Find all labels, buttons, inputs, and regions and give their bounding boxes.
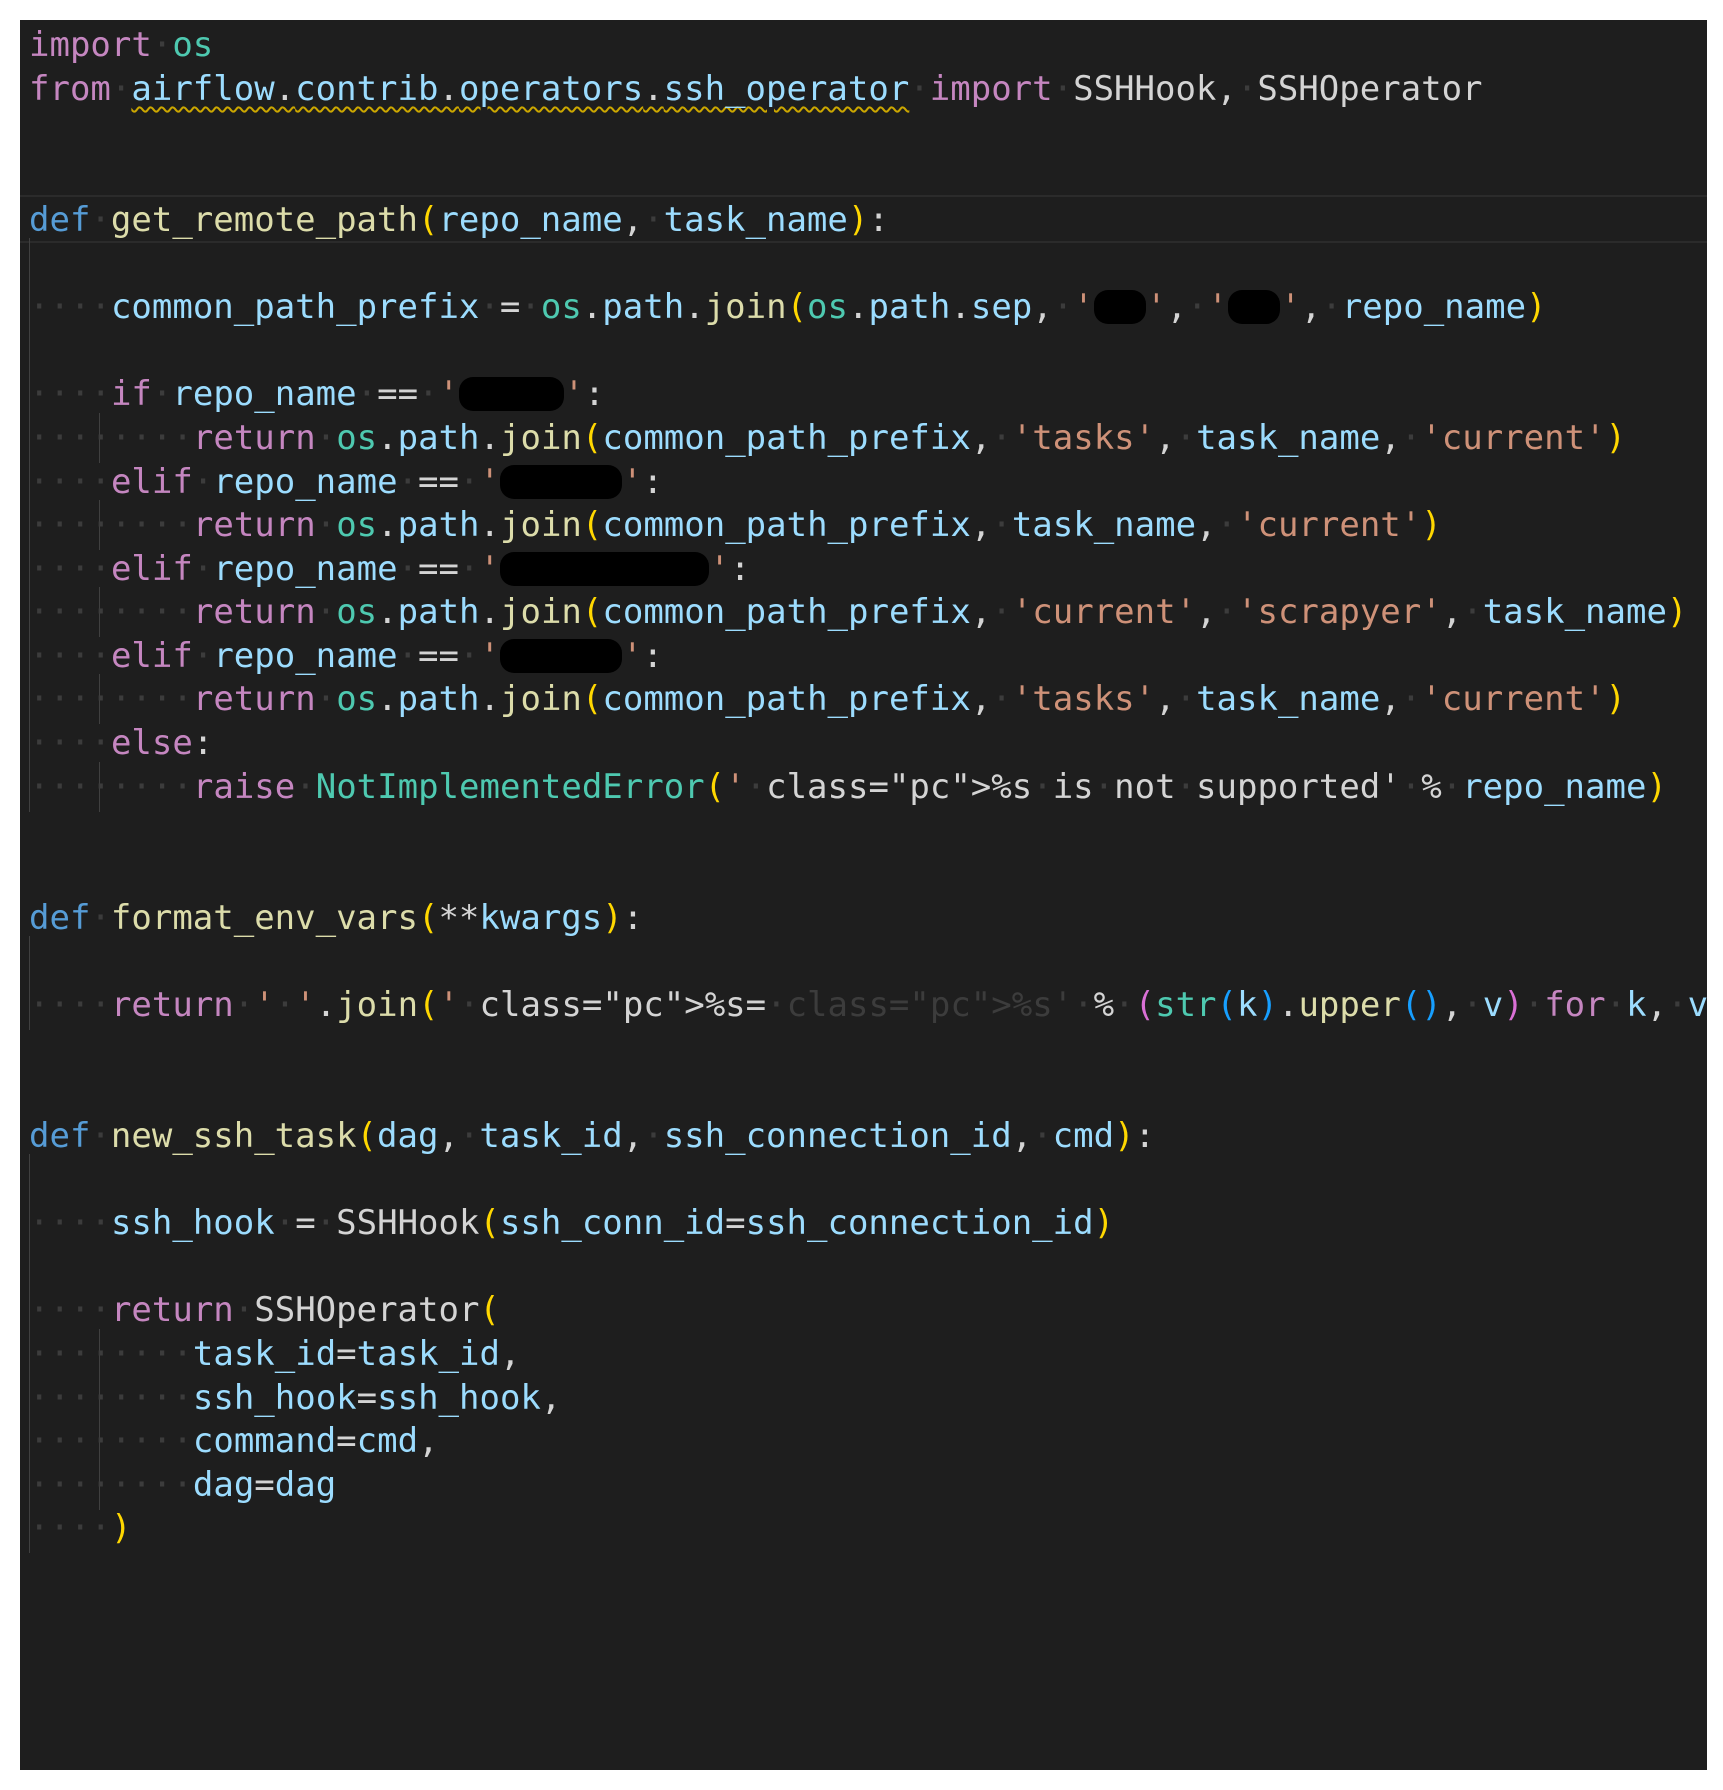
code-line-text: ········return·os.path.join(common_path_… <box>29 592 1688 632</box>
code-line[interactable]: ····return·SSHOperator( <box>20 1285 1707 1335</box>
code-editor[interactable]: import·os from·airflow.contrib.operators.… <box>20 20 1707 1770</box>
code-line[interactable]: ····ssh_hook·=·SSHHook(ssh_conn_id=ssh_c… <box>20 1198 1707 1248</box>
code-line-text: import·os <box>29 25 214 65</box>
code-line-text: ····) <box>29 1508 132 1548</box>
code-line[interactable]: ········return·os.path.join(common_path_… <box>20 413 1707 463</box>
code-line[interactable]: ····common_path_prefix·=·os.path.join(os… <box>20 282 1707 332</box>
code-line[interactable] <box>20 1067 1707 1117</box>
code-line-text: ········return·os.path.join(common_path_… <box>29 418 1626 458</box>
code-line-text: ····else: <box>29 723 214 763</box>
code-line-text: ····ssh_hook·=·SSHHook(ssh_conn_id=ssh_c… <box>29 1203 1115 1243</box>
redacted-text <box>1093 289 1147 324</box>
code-line-text: from·airflow.contrib.operators.ssh_opera… <box>29 69 1483 109</box>
code-line-text: ········return·os.path.join(common_path_… <box>29 505 1442 545</box>
code-line[interactable]: ········command=cmd, <box>20 1416 1707 1466</box>
redacted-text <box>499 638 623 673</box>
code-line[interactable]: ····return·'·'.join('·class="pc">%s=·cla… <box>20 980 1707 1030</box>
code-line-text: ········return·os.path.join(common_path_… <box>29 679 1626 719</box>
code-line[interactable]: ····) <box>20 1503 1707 1553</box>
code-line[interactable]: import·os <box>20 20 1707 70</box>
code-line[interactable] <box>20 849 1707 899</box>
code-line[interactable]: ····else: <box>20 718 1707 768</box>
code-line[interactable] <box>20 151 1707 201</box>
code-line[interactable]: ········return·os.path.join(common_path_… <box>20 674 1707 724</box>
redacted-text <box>459 376 564 411</box>
code-line[interactable]: ········return·os.path.join(common_path_… <box>20 500 1707 550</box>
code-line[interactable] <box>20 805 1707 855</box>
code-line-text: ········command=cmd, <box>29 1421 439 1461</box>
code-line-text: ····return·SSHOperator( <box>29 1290 500 1330</box>
code-line-text: ········task_id=task_id, <box>29 1334 521 1374</box>
code-line[interactable]: ····if·repo_name·==·' ': <box>20 369 1707 419</box>
redacted-text <box>499 551 710 586</box>
code-line[interactable]: ········task_id=task_id, <box>20 1329 1707 1379</box>
import-warning-squiggle[interactable]: airflow.contrib.operators.ssh_operator <box>131 69 909 109</box>
code-line[interactable]: ········return·os.path.join(common_path_… <box>20 587 1707 637</box>
code-line-text: ····common_path_prefix·=·os.path.join(os… <box>29 287 1547 327</box>
redacted-text <box>1228 289 1281 324</box>
code-line[interactable] <box>20 936 1707 986</box>
redacted-text <box>499 464 623 499</box>
code-line-text: ····if·repo_name·==·' ': <box>29 374 605 414</box>
code-line[interactable]: from·airflow.contrib.operators.ssh_opera… <box>20 64 1707 114</box>
code-line[interactable] <box>20 1154 1707 1204</box>
code-line-text: ····return·'·'.join('·class="pc">%s=·cla… <box>29 985 1707 1025</box>
code-line[interactable] <box>20 238 1707 288</box>
